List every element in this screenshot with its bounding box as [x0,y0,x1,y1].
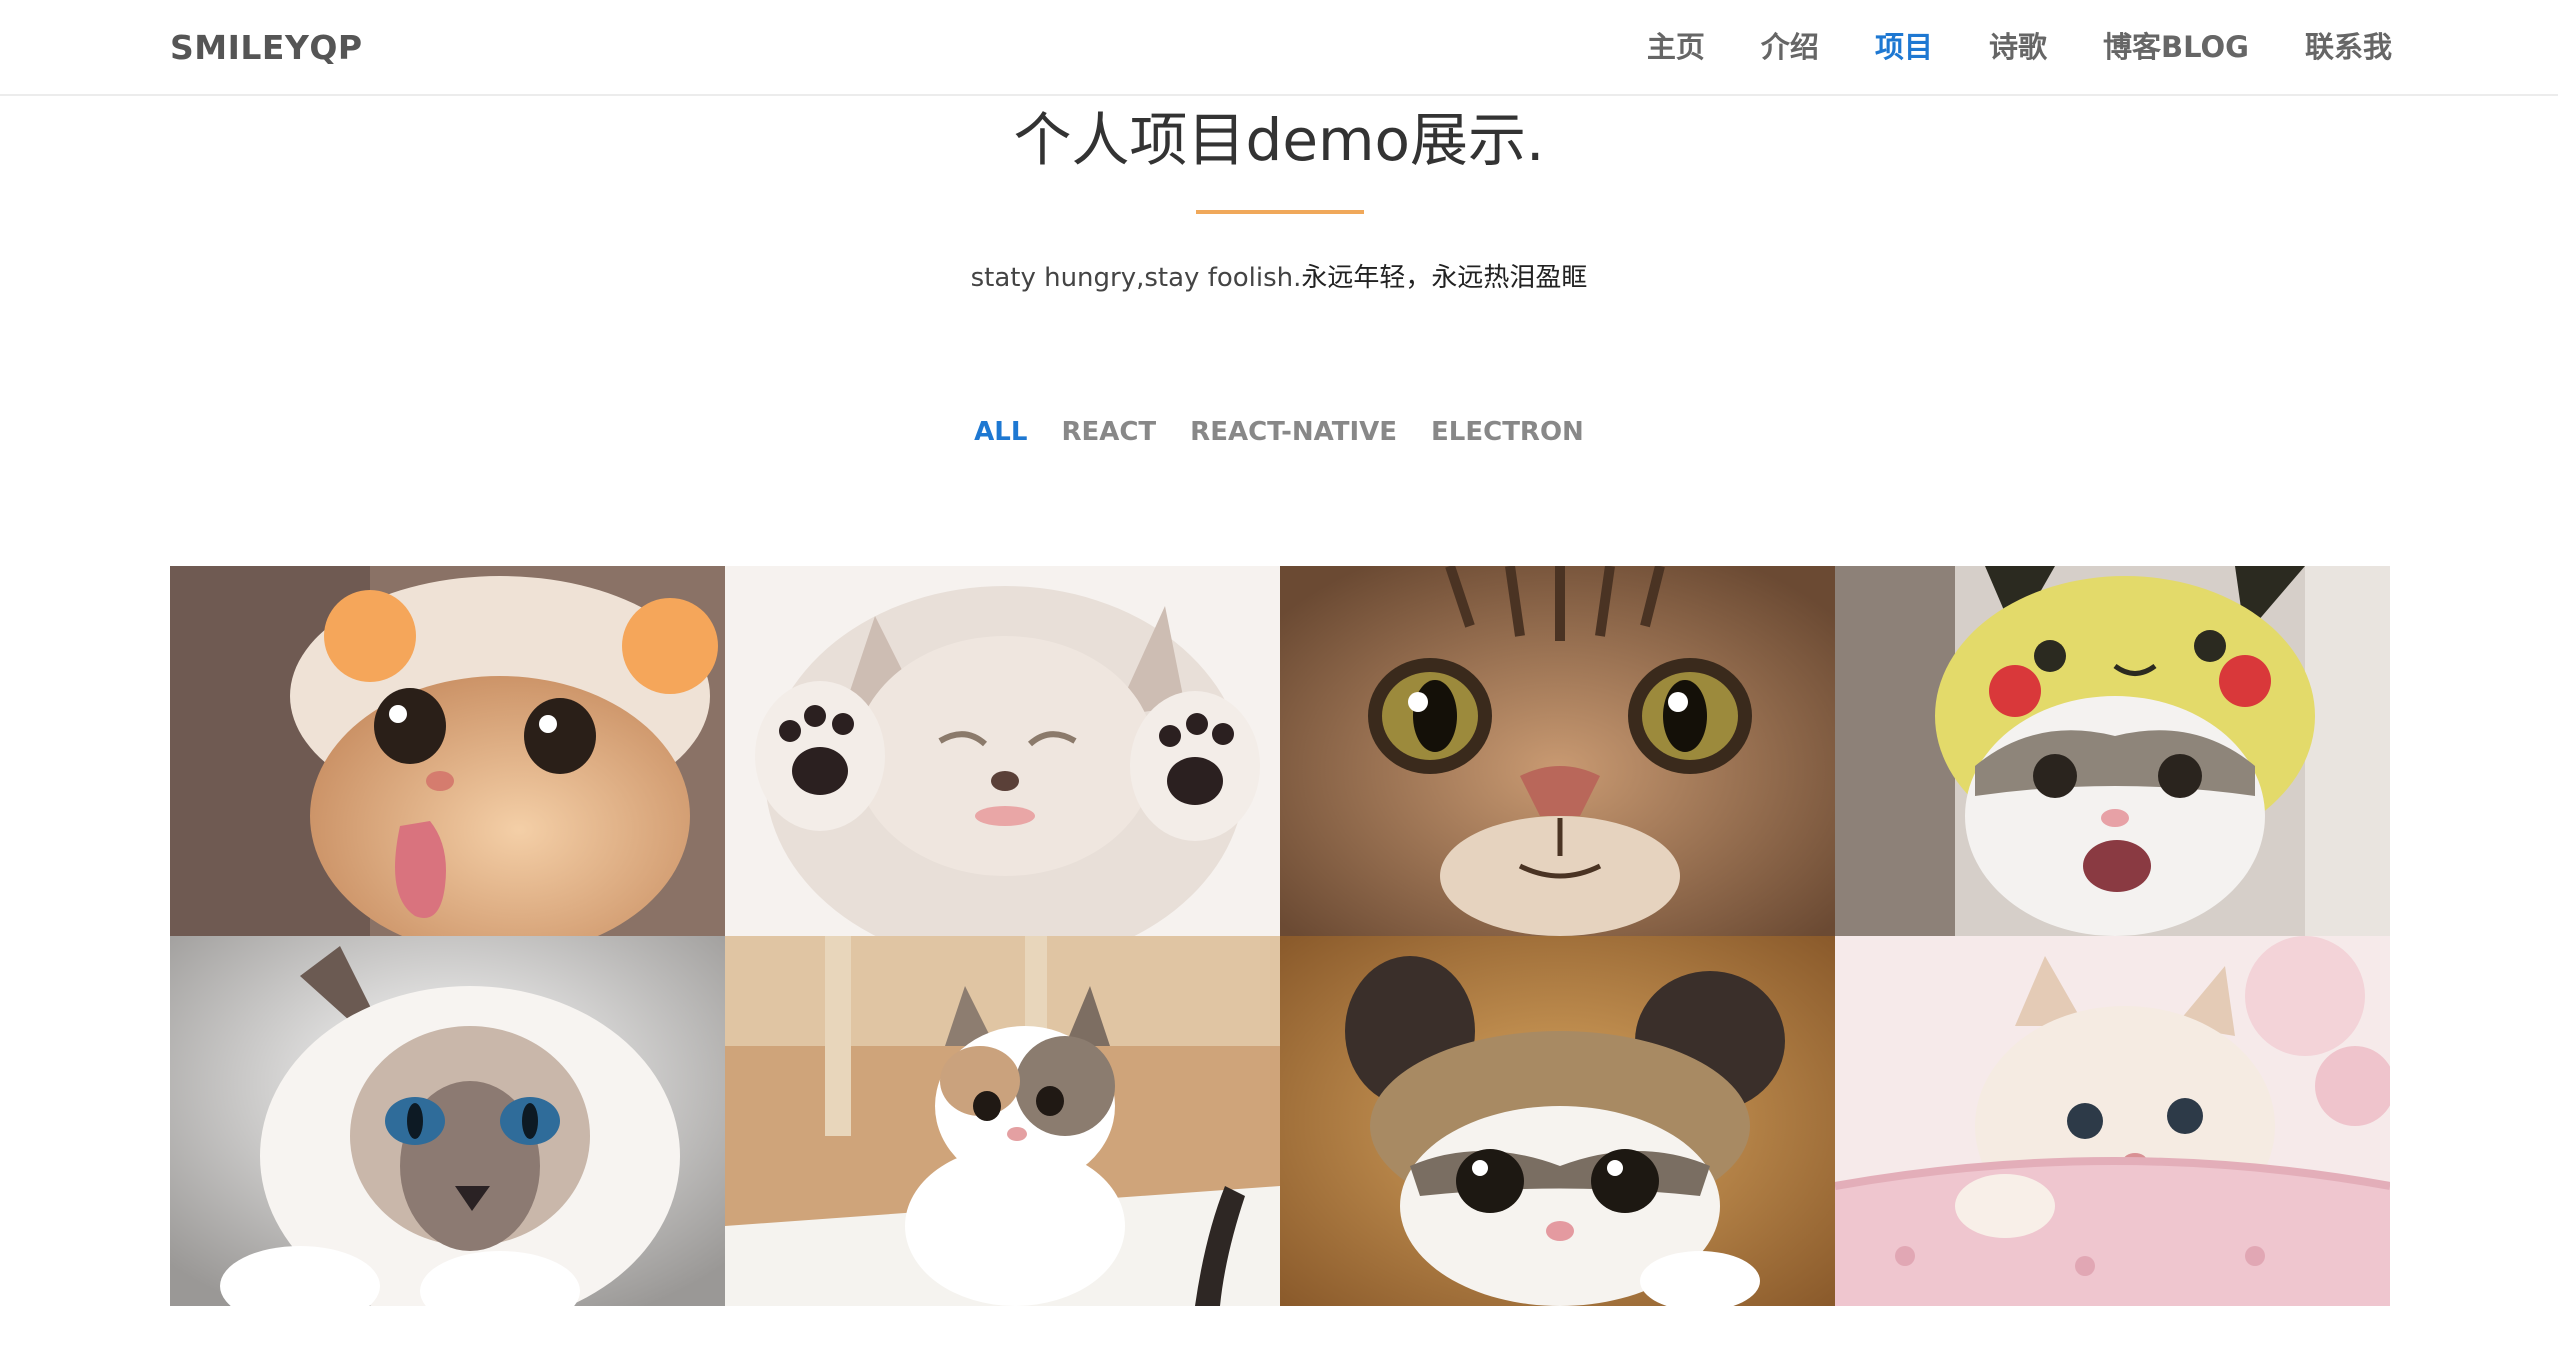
brand-logo-text[interactable]: SMILEYQP [170,26,363,70]
gallery-item[interactable] [1280,936,1835,1306]
gallery-item[interactable] [170,936,725,1306]
kitten-in-pink-cup-photo [1835,936,2390,1306]
gallery-item[interactable] [725,566,1280,936]
fluffy-kitten-paws-up-photo [725,566,1280,936]
gallery-item[interactable] [1835,566,2390,936]
cat-in-bear-ears-hat-photo [1280,936,1835,1306]
project-filters: ALL REACT REACT-NATIVE ELECTRON [0,412,2558,452]
gallery-item[interactable] [170,566,725,936]
nav-link-intro[interactable]: 介绍 [1761,24,1819,70]
filter-electron[interactable]: ELECTRON [1431,412,1584,452]
nav-link-home[interactable]: 主页 [1647,24,1705,70]
section-title: 个人项目demo展示. [1013,106,1545,174]
gallery-item[interactable] [1835,936,2390,1306]
title-underline-divider [1196,210,1364,214]
subtitle-chinese: 永远年轻，永远热泪盈眶 [1301,263,1588,293]
kitten-in-pikachu-hat-photo [1835,566,2390,936]
filter-react-native[interactable]: REACT-NATIVE [1190,412,1397,452]
nav-link-projects[interactable]: 项目 [1875,24,1933,70]
nav-link-poetry[interactable]: 诗歌 [1989,24,2047,70]
section-subtitle: staty hungry,stay foolish.永远年轻，永远热泪盈眶 [0,258,2558,298]
gallery-item[interactable] [1280,566,1835,936]
project-gallery [170,566,2390,1306]
tabby-cat-closeup-photo [1280,566,1835,936]
nav-links: 主页 介绍 项目 诗歌 博客BLOG 联系我 [1647,24,2392,70]
top-navbar: SMILEYQP 主页 介绍 项目 诗歌 博客BLOG 联系我 [0,0,2558,96]
gallery-item[interactable] [725,936,1280,1306]
nav-link-contact[interactable]: 联系我 [2305,24,2392,70]
filter-all[interactable]: ALL [974,412,1027,452]
subtitle-english: staty hungry,stay foolish. [970,263,1302,293]
nav-link-blog[interactable]: 博客BLOG [2103,24,2249,70]
cat-in-bear-hat-tongue-photo [170,566,725,936]
calico-kitten-looking-up-photo [725,936,1280,1306]
ragdoll-cat-blue-eyes-photo [170,936,725,1306]
filter-react[interactable]: REACT [1061,412,1156,452]
